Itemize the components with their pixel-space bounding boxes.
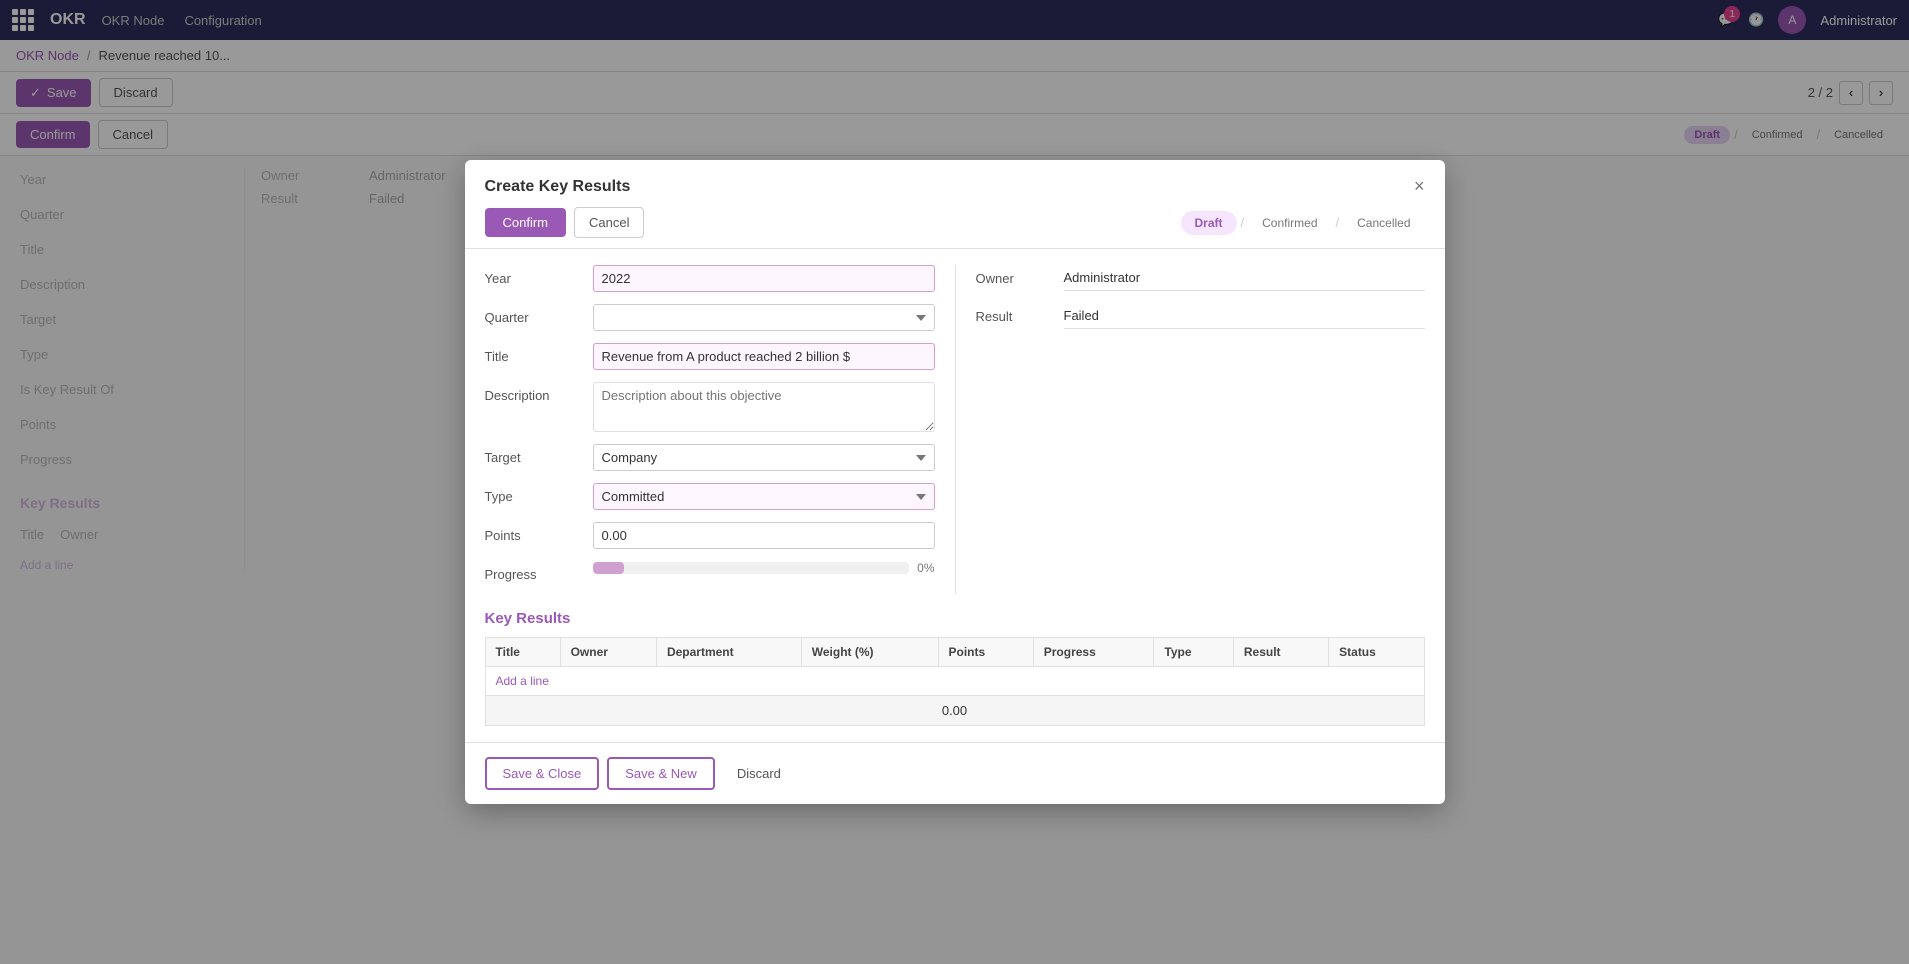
kr-col-type: Type	[1154, 638, 1233, 667]
save-close-button[interactable]: Save & Close	[485, 757, 600, 790]
kr-add-line-cell: Add a line	[485, 667, 1424, 696]
kr-col-progress: Progress	[1033, 638, 1154, 667]
target-row: Target Company Department Individual	[485, 444, 935, 471]
kr-section-title: Key Results	[485, 610, 1425, 627]
target-label: Target	[485, 444, 585, 465]
discard-modal-button[interactable]: Discard	[723, 759, 795, 788]
quarter-label: Quarter	[485, 304, 585, 325]
points-row: Points	[485, 522, 935, 549]
modal-status-sep1: /	[1241, 215, 1245, 230]
description-label: Description	[485, 382, 585, 403]
modal-title: Create Key Results	[485, 178, 631, 196]
target-select[interactable]: Company Department Individual	[593, 444, 935, 471]
kr-col-weight: Weight (%)	[801, 638, 938, 667]
progress-bar-fill	[593, 562, 625, 574]
modal-tab-confirmed[interactable]: Confirmed	[1248, 211, 1331, 235]
description-textarea[interactable]	[593, 382, 935, 432]
quarter-select[interactable]: Q1Q2Q3Q4	[593, 304, 935, 331]
progress-bar-wrap: 0%	[593, 561, 935, 575]
title-input[interactable]	[593, 343, 935, 370]
modal-tab-cancelled[interactable]: Cancelled	[1343, 211, 1424, 235]
modal-tab-draft[interactable]: Draft	[1181, 211, 1237, 235]
modal: Create Key Results × Confirm Cancel Draf…	[465, 160, 1445, 804]
kr-col-department: Department	[656, 638, 801, 667]
modal-status-sep2: /	[1336, 215, 1340, 230]
modal-form-left: Year Quarter Q1Q2Q3Q4 Title	[485, 265, 955, 594]
result-row: Result Failed	[976, 303, 1425, 329]
modal-overlay: Create Key Results × Confirm Cancel Draf…	[0, 0, 1909, 964]
kr-col-result: Result	[1233, 638, 1328, 667]
kr-table-header: Title Owner Department Weight (%) Points…	[485, 638, 1424, 667]
modal-form-grid: Year Quarter Q1Q2Q3Q4 Title	[485, 265, 1425, 594]
type-select[interactable]: Committed Aspirational	[593, 483, 935, 510]
kr-add-line-row: Add a line	[485, 667, 1424, 696]
kr-col-points: Points	[938, 638, 1033, 667]
points-label: Points	[485, 522, 585, 543]
progress-bar-bg	[593, 562, 910, 574]
modal-toolbar: Confirm Cancel Draft / Confirmed / Cance…	[465, 197, 1445, 249]
modal-form-right: Owner Administrator Result Failed	[955, 265, 1425, 594]
type-row: Type Committed Aspirational	[485, 483, 935, 510]
modal-cancel-button[interactable]: Cancel	[574, 207, 644, 238]
year-label: Year	[485, 265, 585, 286]
kr-total-cell: 0.00	[485, 696, 1424, 726]
kr-table: Title Owner Department Weight (%) Points…	[485, 637, 1425, 726]
progress-row: Progress 0%	[485, 561, 935, 582]
kr-add-line-link[interactable]: Add a line	[496, 674, 549, 688]
kr-col-title: Title	[485, 638, 560, 667]
quarter-row: Quarter Q1Q2Q3Q4	[485, 304, 935, 331]
title-row: Title	[485, 343, 935, 370]
kr-col-owner: Owner	[560, 638, 656, 667]
save-new-button[interactable]: Save & New	[607, 757, 715, 790]
modal-confirm-button[interactable]: Confirm	[485, 208, 567, 237]
owner-label: Owner	[976, 265, 1056, 291]
year-input[interactable]	[593, 265, 935, 292]
modal-header: Create Key Results ×	[465, 160, 1445, 197]
type-label: Type	[485, 483, 585, 504]
description-row: Description	[485, 382, 935, 432]
kr-total-value: 0.00	[942, 703, 967, 718]
modal-footer: Save & Close Save & New Discard	[465, 742, 1445, 804]
result-label: Result	[976, 303, 1056, 329]
kr-total-row: 0.00	[485, 696, 1424, 726]
year-row: Year	[485, 265, 935, 292]
result-value: Failed	[1064, 303, 1425, 329]
owner-value: Administrator	[1064, 265, 1425, 291]
points-input[interactable]	[593, 522, 935, 549]
title-label: Title	[485, 343, 585, 364]
owner-row: Owner Administrator	[976, 265, 1425, 291]
modal-close-button[interactable]: ×	[1414, 176, 1425, 197]
progress-label: Progress	[485, 561, 585, 582]
progress-pct: 0%	[917, 561, 934, 575]
modal-status-tabs: Draft / Confirmed / Cancelled	[1181, 211, 1425, 235]
kr-col-status: Status	[1329, 638, 1424, 667]
modal-body: Year Quarter Q1Q2Q3Q4 Title	[465, 249, 1445, 742]
